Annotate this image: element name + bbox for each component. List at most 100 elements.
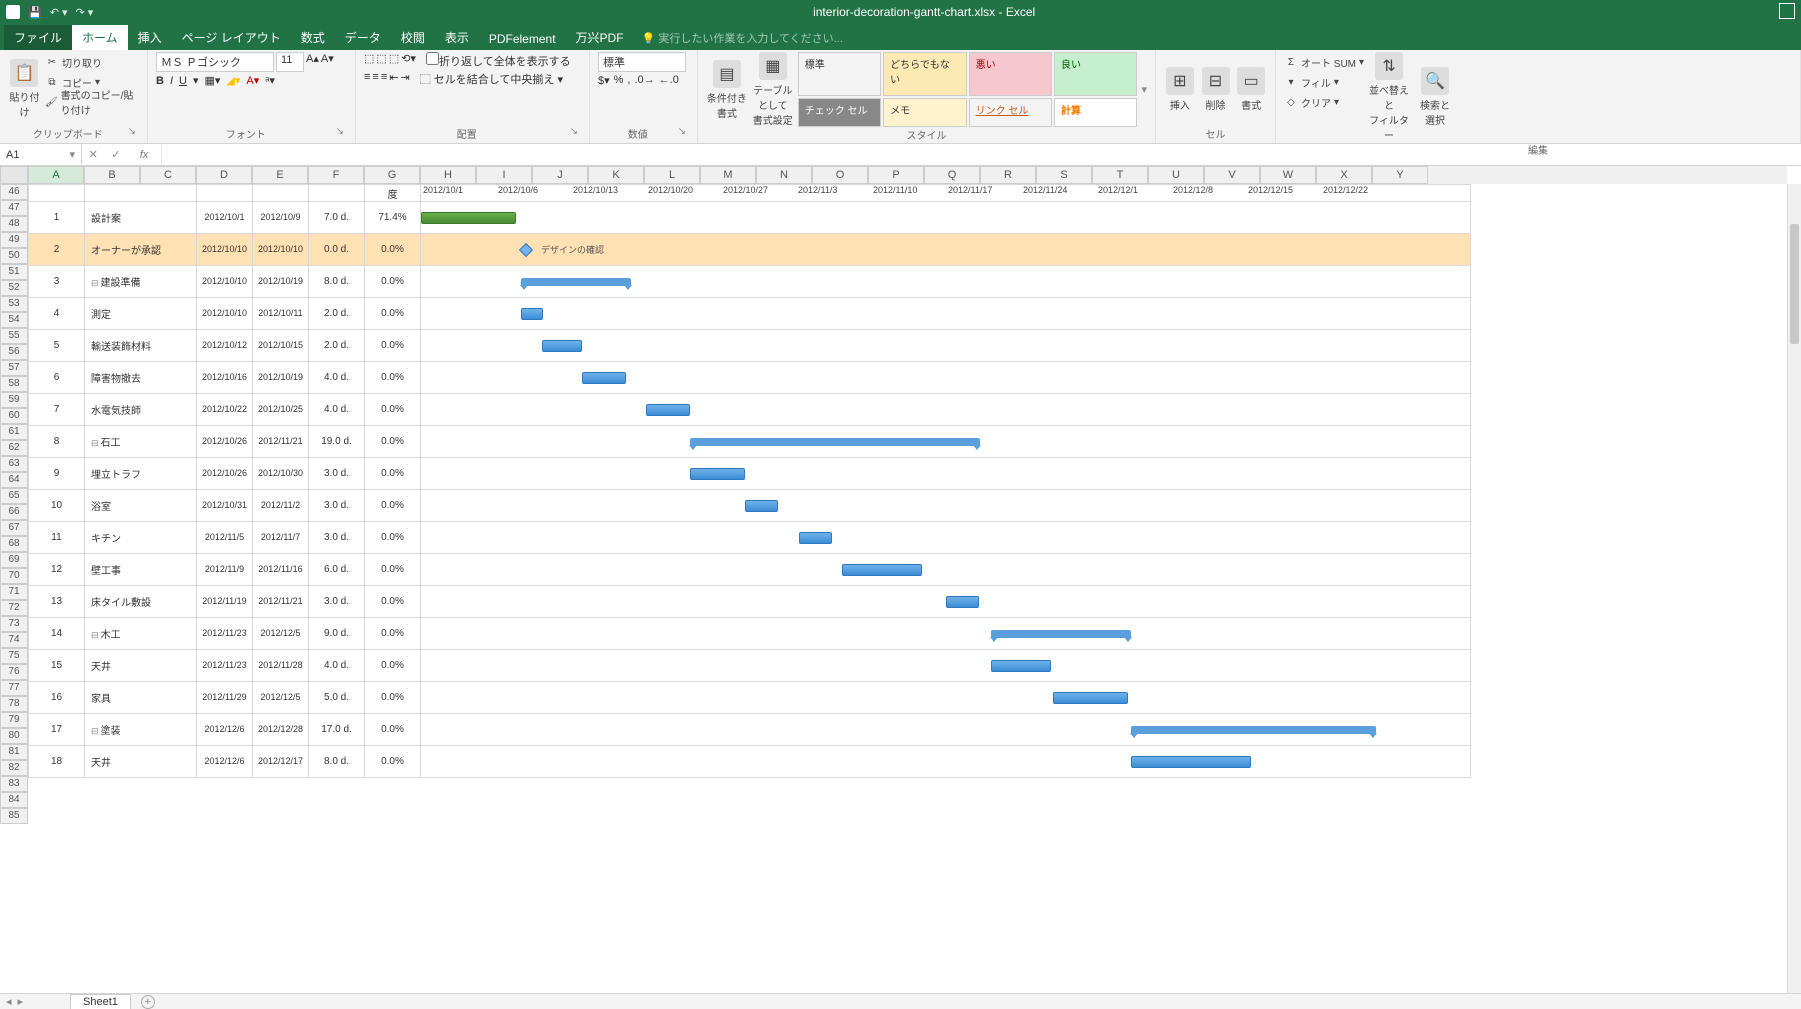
cell-chart[interactable] <box>421 458 1471 490</box>
cell-start[interactable]: 2012/10/1 <box>197 202 253 234</box>
format-cells-button[interactable]: ▭書式 <box>1235 52 1267 126</box>
gantt-row[interactable]: 2オーナーが承認2012/10/102012/10/100.0 d.0.0%デザ… <box>29 234 1471 266</box>
row-header[interactable]: 52 <box>0 280 28 296</box>
orientation-button[interactable]: ⟲▾ <box>401 52 416 69</box>
font-color-button[interactable]: A▾ <box>246 74 259 87</box>
chevron-down-icon[interactable]: ▾ <box>69 148 75 161</box>
cell-chart[interactable] <box>421 618 1471 650</box>
cell-chart[interactable] <box>421 362 1471 394</box>
gantt-row[interactable]: 4測定2012/10/102012/10/112.0 d.0.0% <box>29 298 1471 330</box>
gantt-row[interactable]: 15天井2012/11/232012/11/284.0 d.0.0% <box>29 650 1471 682</box>
cell-end[interactable]: 2012/10/19 <box>253 266 309 298</box>
cell-id[interactable]: 8 <box>29 426 85 458</box>
gantt-row[interactable]: 1設計案2012/10/12012/10/97.0 d.71.4% <box>29 202 1471 234</box>
column-header[interactable]: O <box>812 166 868 184</box>
cell-task[interactable]: 水電気技師 <box>85 394 197 426</box>
cell-progress[interactable]: 0.0% <box>365 234 421 266</box>
cell-task[interactable]: ⊟石工 <box>85 426 197 458</box>
cell-task[interactable]: 設計案 <box>85 202 197 234</box>
number-launcher-icon[interactable]: ↘ <box>678 126 689 137</box>
task-bar[interactable] <box>745 500 778 512</box>
column-header[interactable]: M <box>700 166 756 184</box>
cell-id[interactable]: 7 <box>29 394 85 426</box>
collapse-icon[interactable]: ⊟ <box>91 726 99 736</box>
row-header[interactable]: 49 <box>0 232 28 248</box>
gantt-row[interactable]: 5輸送装飾材料2012/10/122012/10/152.0 d.0.0% <box>29 330 1471 362</box>
row-header[interactable]: 72 <box>0 600 28 616</box>
gantt-row[interactable]: 14⊟木工2012/11/232012/12/59.0 d.0.0% <box>29 618 1471 650</box>
cell-id[interactable]: 17 <box>29 714 85 746</box>
cell-start[interactable]: 2012/11/23 <box>197 650 253 682</box>
row-header[interactable]: 84 <box>0 792 28 808</box>
column-header[interactable]: K <box>588 166 644 184</box>
cell-id[interactable]: 1 <box>29 202 85 234</box>
column-header[interactable]: N <box>756 166 812 184</box>
paste-button[interactable]: 📋貼り付け <box>8 52 41 126</box>
row-header[interactable]: 51 <box>0 264 28 280</box>
indent-inc-button[interactable]: ⇥ <box>400 71 409 87</box>
column-header[interactable]: C <box>140 166 196 184</box>
cell-chart[interactable] <box>421 586 1471 618</box>
gantt-row[interactable]: 11キチン2012/11/52012/11/73.0 d.0.0% <box>29 522 1471 554</box>
cell-start[interactable]: 2012/11/5 <box>197 522 253 554</box>
cell-start[interactable]: 2012/10/16 <box>197 362 253 394</box>
cell-duration[interactable]: 4.0 d. <box>309 394 365 426</box>
column-header[interactable]: B <box>84 166 140 184</box>
tab-review[interactable]: 校閲 <box>391 25 435 50</box>
cell-end[interactable]: 2012/10/25 <box>253 394 309 426</box>
row-header[interactable]: 77 <box>0 680 28 696</box>
cell-start[interactable]: 2012/10/10 <box>197 298 253 330</box>
cell-chart[interactable] <box>421 330 1471 362</box>
cell-id[interactable]: 3 <box>29 266 85 298</box>
cell-start[interactable]: 2012/11/23 <box>197 618 253 650</box>
cell-id[interactable]: 14 <box>29 618 85 650</box>
cell-chart[interactable]: デザインの確認 <box>421 234 1471 266</box>
indent-dec-button[interactable]: ⇤ <box>389 71 398 87</box>
cell-progress[interactable]: 0.0% <box>365 682 421 714</box>
cell-id[interactable]: 18 <box>29 746 85 778</box>
cell-start[interactable]: 2012/11/9 <box>197 554 253 586</box>
row-header[interactable]: 74 <box>0 632 28 648</box>
task-bar[interactable] <box>542 340 582 352</box>
merge-center-button[interactable]: ⬚ セルを結合して中央揃え ▾ <box>420 71 563 87</box>
collapse-icon[interactable]: ⊟ <box>91 630 99 640</box>
summary-bar[interactable] <box>521 278 631 286</box>
borders-button[interactable]: ▦▾ <box>205 74 221 87</box>
column-header[interactable]: V <box>1204 166 1260 184</box>
sheet-tab[interactable]: Sheet1 <box>70 994 131 1009</box>
gantt-row[interactable]: 16家具2012/11/292012/12/55.0 d.0.0% <box>29 682 1471 714</box>
cell-start[interactable]: 2012/10/10 <box>197 266 253 298</box>
task-bar[interactable] <box>946 596 979 608</box>
row-header[interactable]: 61 <box>0 424 28 440</box>
align-bot-button[interactable]: ⬚ <box>389 52 399 69</box>
gantt-row[interactable]: 13床タイル敷設2012/11/192012/11/213.0 d.0.0% <box>29 586 1471 618</box>
row-header[interactable]: 50 <box>0 248 28 264</box>
font-size-input[interactable]: 11 <box>276 52 304 72</box>
row-header[interactable]: 85 <box>0 808 28 824</box>
enter-formula-icon[interactable]: ✓ <box>111 148 120 161</box>
tab-pdfelement[interactable]: PDFelement <box>479 28 566 50</box>
row-header[interactable]: 55 <box>0 328 28 344</box>
column-header[interactable]: D <box>196 166 252 184</box>
row-header[interactable]: 70 <box>0 568 28 584</box>
dec-decimal-button[interactable]: ←.0 <box>659 74 679 87</box>
cell-task[interactable]: 埋立トラフ <box>85 458 197 490</box>
cell-task[interactable]: キチン <box>85 522 197 554</box>
gantt-row[interactable]: 12壁工事2012/11/92012/11/166.0 d.0.0% <box>29 554 1471 586</box>
cell-duration[interactable]: 3.0 d. <box>309 522 365 554</box>
column-header[interactable]: H <box>420 166 476 184</box>
add-sheet-button[interactable]: + <box>141 995 155 1009</box>
cell-progress[interactable]: 0.0% <box>365 618 421 650</box>
row-header[interactable]: 64 <box>0 472 28 488</box>
collapse-icon[interactable]: ⊟ <box>91 278 99 288</box>
tab-view[interactable]: 表示 <box>435 25 479 50</box>
scrollbar-thumb[interactable] <box>1790 224 1799 344</box>
task-bar[interactable] <box>646 404 690 416</box>
align-launcher-icon[interactable]: ↘ <box>570 126 581 137</box>
task-bar[interactable] <box>582 372 626 384</box>
cell-duration[interactable]: 0.0 d. <box>309 234 365 266</box>
find-select-button[interactable]: 🔍検索と 選択 <box>1414 52 1456 142</box>
column-header[interactable]: J <box>532 166 588 184</box>
save-icon[interactable]: 💾 <box>28 6 42 19</box>
column-header[interactable]: I <box>476 166 532 184</box>
